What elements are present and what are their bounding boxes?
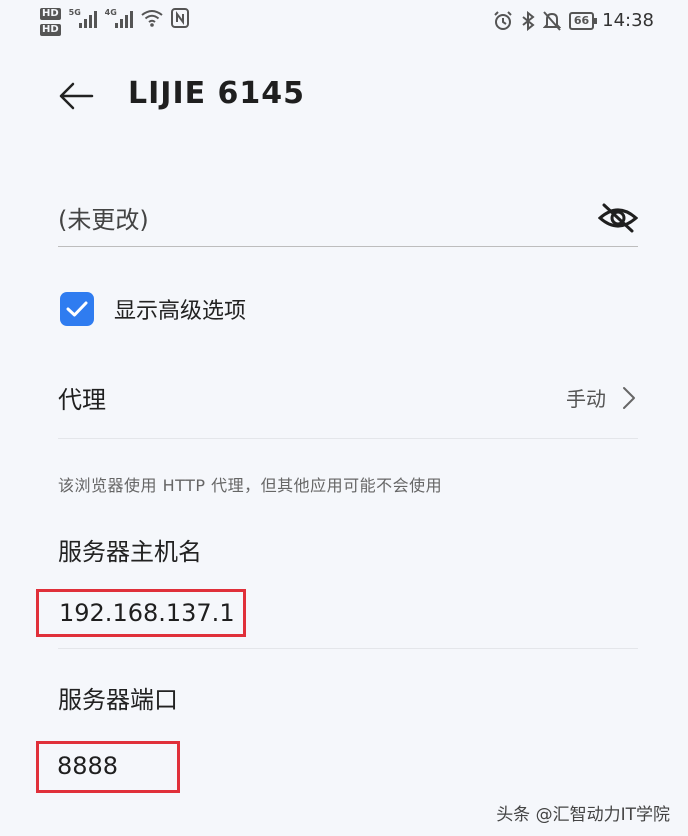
- app-header: LIJIE 6145: [58, 72, 304, 120]
- status-right: 66 14:38: [493, 10, 654, 31]
- eye-off-icon: [597, 203, 639, 233]
- port-label: 服务器端口: [58, 686, 178, 714]
- hd-badges: HD HD: [40, 8, 61, 36]
- bluetooth-icon: [522, 10, 535, 31]
- clock: 14:38: [602, 10, 654, 31]
- wifi-icon: [141, 10, 163, 27]
- proxy-row[interactable]: 代理 手动: [58, 360, 638, 439]
- back-button[interactable]: [58, 76, 98, 116]
- proxy-value: 手动: [566, 387, 606, 411]
- checkmark-icon: [66, 301, 88, 317]
- password-field[interactable]: (未更改): [58, 188, 639, 247]
- hd-badge: HD: [40, 8, 61, 20]
- network-gen: 4G: [104, 8, 117, 17]
- show-advanced-checkbox[interactable]: [60, 292, 94, 326]
- visibility-toggle[interactable]: [597, 202, 639, 234]
- signal-icon: 4G: [105, 8, 133, 28]
- host-value: 192.168.137.1: [59, 599, 235, 627]
- proxy-note: 该浏览器使用 HTTP 代理，但其他应用可能不会使用: [58, 476, 443, 495]
- status-bar: HD HD 5G 4G 66 14:38: [0, 0, 688, 44]
- divider: [58, 648, 638, 649]
- proxy-label: 代理: [58, 386, 106, 414]
- port-value: 8888: [57, 752, 119, 780]
- hd-badge: HD: [40, 24, 61, 36]
- signal-icon: 5G: [69, 8, 97, 28]
- status-left: HD HD 5G 4G: [40, 8, 189, 36]
- nfc-icon: [170, 8, 189, 28]
- password-value: (未更改): [58, 206, 149, 234]
- host-label: 服务器主机名: [58, 538, 202, 566]
- watermark: 头条 @汇智动力IT学院: [496, 805, 670, 825]
- mute-icon: [542, 10, 561, 31]
- show-advanced-row[interactable]: 显示高级选项: [60, 292, 246, 326]
- show-advanced-label: 显示高级选项: [114, 299, 247, 324]
- alarm-icon: [494, 10, 512, 30]
- page-title: LIJIE 6145: [128, 76, 306, 111]
- port-input[interactable]: 8888: [36, 741, 180, 793]
- network-gen: 5G: [68, 8, 81, 17]
- chevron-right-icon: [623, 387, 635, 409]
- back-arrow-icon: [59, 82, 94, 110]
- host-input[interactable]: 192.168.137.1: [36, 589, 246, 637]
- battery-icon: 66: [568, 11, 598, 30]
